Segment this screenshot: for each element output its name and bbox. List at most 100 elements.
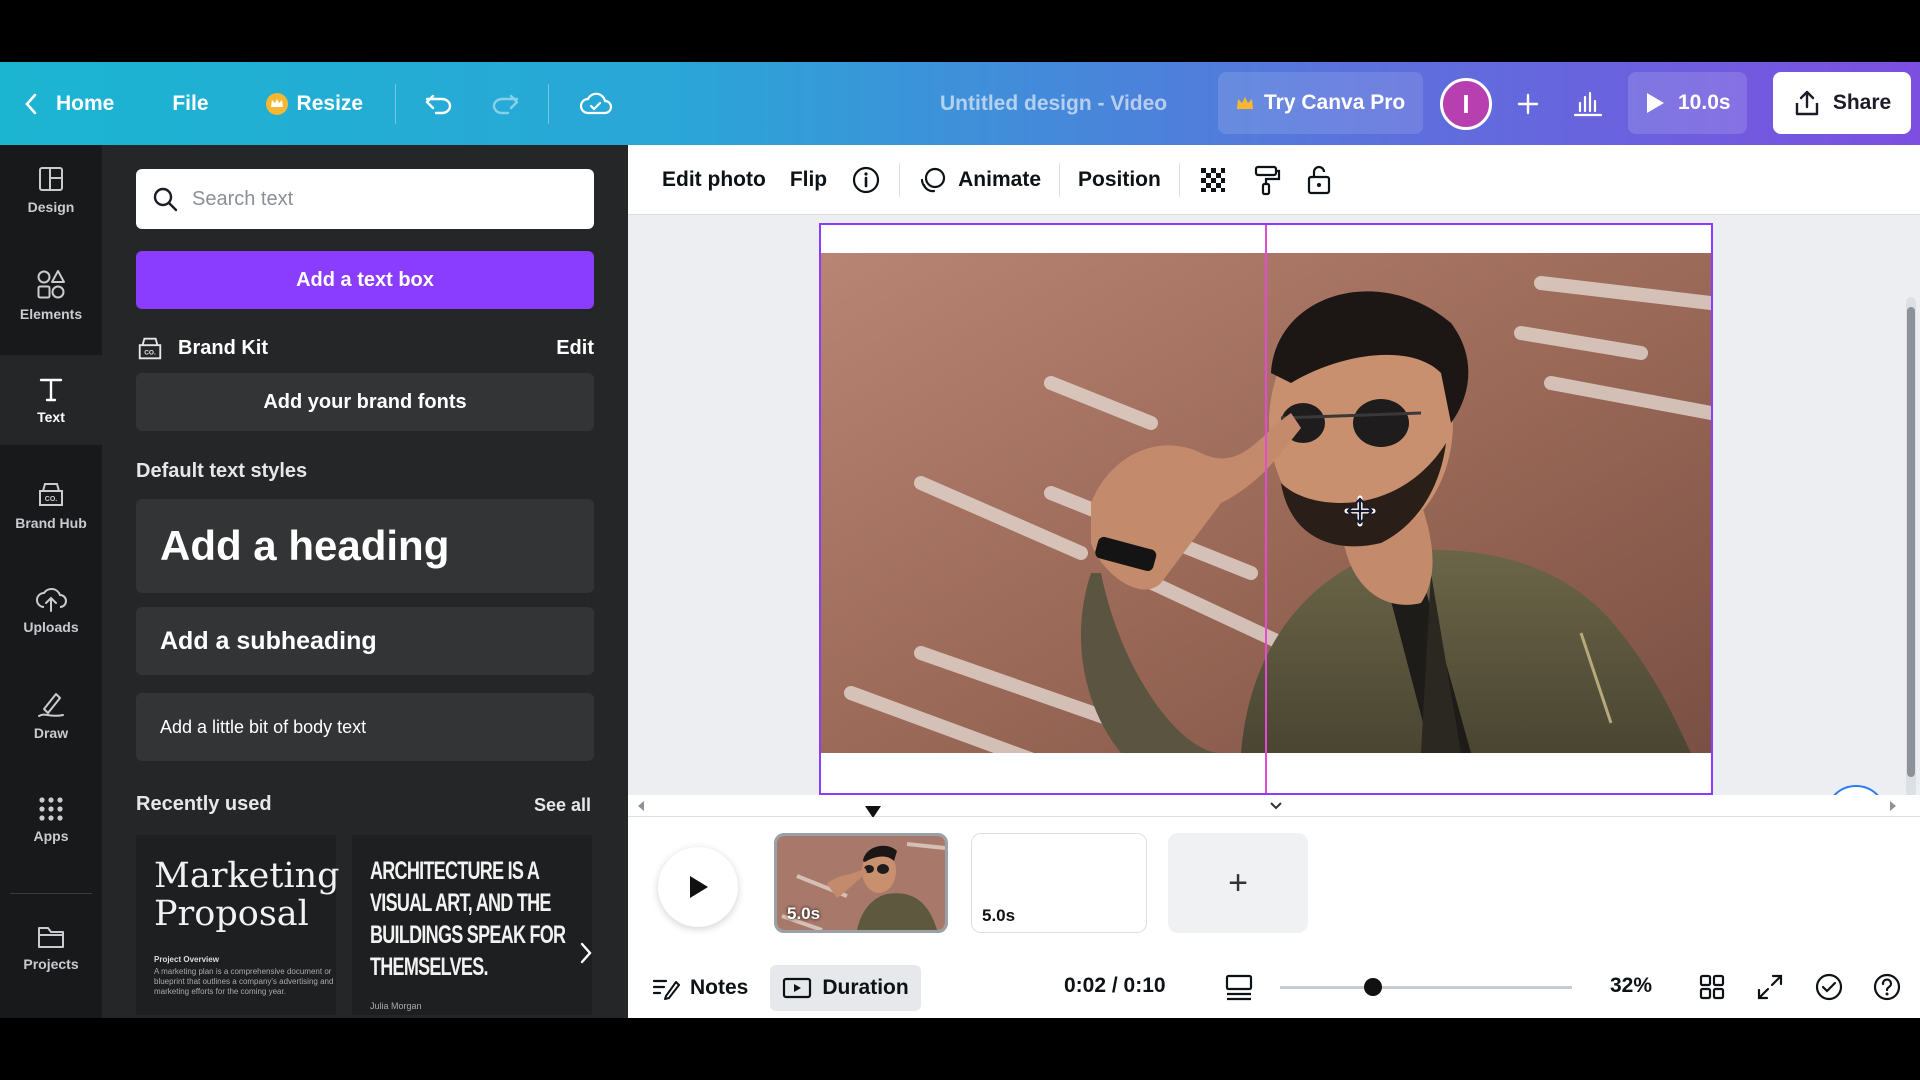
fullscreen-icon[interactable] xyxy=(1756,973,1784,1001)
design-page[interactable] xyxy=(819,223,1713,795)
brand-kit-icon: CO. xyxy=(138,337,162,360)
share-button[interactable]: Share xyxy=(1773,72,1911,134)
rail-label: Draw xyxy=(33,725,69,741)
rail-label: Apps xyxy=(33,828,69,844)
rail-item-projects[interactable]: Projects xyxy=(0,903,102,993)
animate-icon xyxy=(921,167,946,192)
rail-item-uploads[interactable]: Uploads xyxy=(0,565,102,655)
invite-plus-button[interactable] xyxy=(1502,78,1554,130)
quote-author: Julia Morgan xyxy=(370,1001,422,1011)
folder-icon xyxy=(38,927,64,948)
file-menu-button[interactable]: File xyxy=(128,62,222,145)
rail-label: Uploads xyxy=(23,619,79,635)
flip-button[interactable]: Flip xyxy=(778,145,839,215)
grid-view-icon[interactable] xyxy=(1698,973,1726,1001)
rail-item-brand-hub[interactable]: CO. Brand Hub xyxy=(0,460,102,550)
timeline-clip[interactable]: 5.0s xyxy=(774,833,948,933)
chevron-right-icon xyxy=(580,942,592,964)
home-button[interactable]: Home xyxy=(0,62,128,145)
add-heading-card[interactable]: Add a heading xyxy=(136,499,594,593)
scrollbar-thumb[interactable] xyxy=(1907,307,1915,777)
duration-button[interactable]: Duration xyxy=(770,964,921,1011)
layout-icon xyxy=(39,167,63,191)
default-text-styles-title: Default text styles xyxy=(136,460,308,482)
scroll-left-icon[interactable] xyxy=(636,800,646,812)
search-box[interactable] xyxy=(136,169,594,229)
top-toolbar: Home File Resize Untitled design - Video… xyxy=(0,62,1920,145)
rail-label: Elements xyxy=(19,306,83,322)
rail-item-apps[interactable]: Apps xyxy=(0,775,102,865)
brand-kit-label: Brand Kit xyxy=(178,336,268,359)
notes-pen-icon xyxy=(652,979,680,1000)
template-title-line: Marketing xyxy=(154,856,340,896)
check-circle-icon[interactable] xyxy=(1814,972,1844,1002)
search-icon xyxy=(153,187,178,212)
notes-button[interactable]: Notes xyxy=(640,965,760,1011)
transparency-checker-icon xyxy=(1200,167,1225,192)
try-pro-label: Try Canva Pro xyxy=(1264,91,1406,114)
add-brand-fonts-button[interactable]: Add your brand fonts xyxy=(136,373,594,431)
timeline-clip[interactable]: 5.0s xyxy=(971,833,1147,933)
chevron-down-icon[interactable] xyxy=(1268,799,1284,813)
recent-template-architecture-quote[interactable]: ARCHITECTURE IS A VISUAL ART, AND THE BU… xyxy=(352,835,592,1015)
vertical-scrollbar[interactable] xyxy=(1906,297,1916,797)
cloud-save-status[interactable] xyxy=(559,62,633,145)
add-page-button[interactable]: + xyxy=(1168,833,1308,933)
try-canva-pro-button[interactable]: Try Canva Pro xyxy=(1218,72,1424,134)
share-upload-icon xyxy=(1795,90,1819,116)
resize-button[interactable]: Resize xyxy=(223,62,378,145)
crown-coin-icon xyxy=(265,92,288,115)
transparency-button[interactable] xyxy=(1186,145,1240,215)
quote-line: VISUAL ART, AND THE xyxy=(370,889,551,917)
redo-button[interactable] xyxy=(472,62,538,145)
zoom-level[interactable]: 32% xyxy=(1610,974,1652,998)
toolbar-divider xyxy=(548,83,550,124)
rail-item-text[interactable]: Text xyxy=(0,355,102,445)
flip-label: Flip xyxy=(789,167,828,191)
scroll-right-icon[interactable] xyxy=(1888,800,1898,812)
recent-next-button[interactable] xyxy=(572,935,600,971)
undo-button[interactable] xyxy=(406,62,472,145)
page-view-icon[interactable] xyxy=(1224,973,1254,1001)
edit-photo-button[interactable]: Edit photo xyxy=(650,145,778,215)
insights-button[interactable] xyxy=(1560,76,1616,132)
info-icon xyxy=(853,166,880,193)
see-all-link[interactable]: See all xyxy=(534,795,591,816)
add-text-box-button[interactable]: Add a text box xyxy=(136,251,594,309)
search-text-input[interactable] xyxy=(192,187,572,211)
recent-template-marketing-proposal[interactable]: Marketing Proposal Project Overview A ma… xyxy=(136,835,340,1015)
user-avatar[interactable]: I xyxy=(1440,78,1492,130)
design-title[interactable]: Untitled design - Video xyxy=(940,62,1167,145)
copy-style-button[interactable] xyxy=(1240,145,1294,215)
side-navigation-rail: Design Elements Text CO. Brand Hub Uploa… xyxy=(0,145,102,1018)
plus-icon xyxy=(1517,93,1539,115)
add-subheading-card[interactable]: Add a subheading xyxy=(136,607,594,675)
move-cursor-icon xyxy=(1344,495,1376,527)
zoom-slider-track[interactable] xyxy=(1280,986,1572,989)
horizontal-scroll-row[interactable] xyxy=(628,795,1920,818)
svg-text:CO.: CO. xyxy=(144,350,156,357)
lock-button[interactable] xyxy=(1294,145,1344,215)
rail-item-design[interactable]: Design xyxy=(0,145,102,235)
add-page-label: + xyxy=(1228,863,1248,902)
play-duration: 10.0s xyxy=(1678,91,1731,114)
rail-item-elements[interactable]: Elements xyxy=(0,250,102,340)
play-icon xyxy=(1647,93,1664,113)
animate-button[interactable]: Animate xyxy=(906,145,1053,215)
present-play-button[interactable]: 10.0s xyxy=(1628,72,1747,134)
paint-roller-icon xyxy=(1254,165,1280,195)
add-body-text-card[interactable]: Add a little bit of body text xyxy=(136,693,594,761)
clip-duration: 5.0s xyxy=(787,904,821,923)
position-button[interactable]: Position xyxy=(1066,145,1173,215)
zoom-slider-knob[interactable] xyxy=(1364,978,1383,996)
play-icon xyxy=(690,876,708,898)
brand-kit-edit-link[interactable]: Edit xyxy=(556,337,594,360)
rail-divider xyxy=(10,893,92,894)
timeline-play-button[interactable] xyxy=(658,847,738,927)
rail-item-draw[interactable]: Draw xyxy=(0,670,102,760)
info-button[interactable] xyxy=(839,145,893,215)
brand-hub-icon: CO. xyxy=(39,483,63,506)
help-icon[interactable] xyxy=(1872,972,1902,1002)
template-title-line: Proposal xyxy=(154,894,309,934)
pen-icon xyxy=(38,693,64,717)
